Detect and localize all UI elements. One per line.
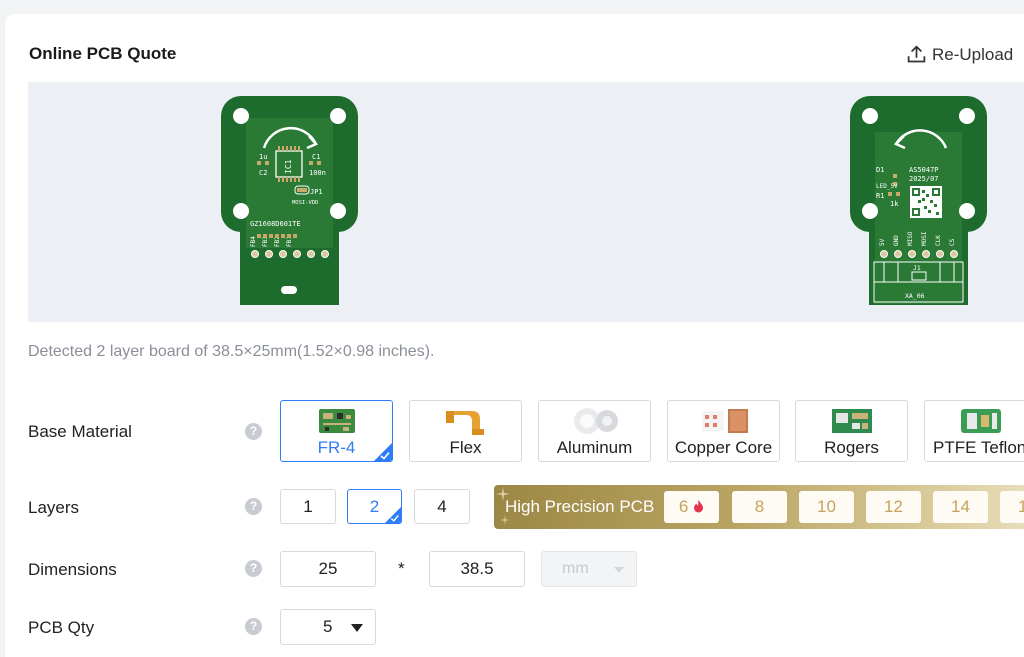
silk-led-5v: LED_5V — [876, 183, 898, 190]
unit-value: mm — [562, 560, 589, 577]
material-label-copper-core: Copper Core — [674, 438, 773, 457]
base-material-help-icon[interactable]: ? — [245, 423, 262, 440]
dimensions-help-icon[interactable]: ? — [245, 560, 262, 577]
high-precision-pcb-bar: High Precision PCB 6 8 10 12 14 16 — [494, 485, 1024, 529]
silk-100n: 100n — [309, 169, 326, 177]
silk-1k: 1k — [890, 200, 899, 208]
material-option-fr4[interactable]: FR-4 — [280, 400, 393, 462]
silk-ic1: IC1 — [284, 159, 293, 174]
layers-label: Layers — [28, 498, 80, 517]
layer-option-12[interactable]: 12 — [866, 491, 921, 523]
layer-option-6-label: 6 — [678, 497, 689, 516]
silk-j1: J1 — [913, 264, 921, 272]
material-option-ptfe-teflon[interactable]: PTFE Teflon — [924, 400, 1024, 462]
silk-5v: 5V — [879, 238, 886, 246]
pcb-qty-help-icon[interactable]: ? — [245, 618, 262, 635]
silk-as5047p: AS5047P — [909, 166, 939, 174]
material-label-ptfe-teflon: PTFE Teflon — [933, 438, 1024, 457]
silk-fb4: FB4 — [250, 236, 257, 247]
silk-c1: C1 — [312, 153, 320, 161]
page-title: Online PCB Quote — [29, 44, 177, 63]
dimension-length-input[interactable]: 38.5 — [429, 551, 525, 587]
layer-option-2[interactable]: 2 — [347, 489, 402, 524]
material-option-aluminum[interactable]: Aluminum — [538, 400, 651, 462]
layer-option-10[interactable]: 10 — [799, 491, 854, 523]
selected-check-icon — [385, 507, 401, 523]
pcb-front-view: 1u C2 IC1 C1 100n JP1 MOSI-VDD GZ1608D60… — [221, 96, 358, 305]
dimension-separator: * — [398, 559, 405, 578]
selected-check-icon — [374, 443, 392, 461]
silk-1u: 1u — [259, 153, 267, 161]
layers-help-icon[interactable]: ? — [245, 498, 262, 515]
pcb-qty-label: PCB Qty — [28, 618, 95, 637]
qr-code — [910, 186, 942, 218]
layer-option-8[interactable]: 8 — [732, 491, 787, 523]
dimension-unit-select: mm — [541, 551, 637, 587]
fr4-board-icon — [318, 409, 355, 433]
ptfe-teflon-pcb-icon — [960, 409, 1001, 433]
silk-d1: D1 — [876, 166, 884, 174]
material-label-rogers: Rogers — [824, 438, 879, 457]
silk-date: 2025/07 — [909, 175, 939, 183]
high-precision-title: High Precision PCB — [505, 497, 655, 516]
copper-core-pcb-icon — [701, 409, 748, 433]
silk-ferrite: GZ1608D601TE — [250, 220, 301, 228]
gerber-preview: 1u C2 IC1 C1 100n JP1 MOSI-VDD GZ1608D60… — [28, 82, 1024, 322]
layer-option-16[interactable]: 16 — [1000, 491, 1024, 523]
upload-icon — [907, 45, 926, 63]
silk-c2: C2 — [259, 169, 267, 177]
silk-miso: MISO — [907, 231, 914, 246]
layer-option-2-label: 2 — [369, 497, 380, 516]
detected-board-info: Detected 2 layer board of 38.5×25mm(1.52… — [28, 343, 435, 360]
chevron-down-icon — [351, 624, 363, 632]
reupload-button[interactable]: Re-Upload — [906, 44, 1013, 65]
silk-clk: CLK — [935, 235, 942, 246]
material-option-rogers[interactable]: Rogers — [795, 400, 908, 462]
silk-gnd: GND — [893, 235, 900, 246]
rogers-pcb-icon — [831, 409, 872, 433]
pcb-qty-select[interactable]: 5 — [280, 609, 376, 645]
material-option-flex[interactable]: Flex — [409, 400, 522, 462]
base-material-label: Base Material — [28, 422, 132, 441]
reupload-label: Re-Upload — [932, 44, 1014, 64]
pcb-back-view: D1 AS5047P 2025/07 LED_5V R1 1k 5V GND M… — [850, 96, 987, 305]
silk-cs: CS — [949, 238, 956, 246]
hot-flame-icon — [694, 500, 704, 513]
material-label-aluminum: Aluminum — [556, 438, 633, 457]
aluminum-pcb-icon — [573, 408, 618, 434]
silk-xa06: XA_06 — [905, 292, 925, 300]
layer-option-14[interactable]: 14 — [933, 491, 988, 523]
material-option-copper-core[interactable]: Copper Core — [667, 400, 780, 462]
layer-option-6[interactable]: 6 — [664, 491, 719, 523]
chevron-down-icon — [614, 567, 624, 573]
dimension-width-input[interactable]: 25 — [280, 551, 376, 587]
flex-pcb-icon — [445, 411, 484, 435]
silk-mosi-vdd: MOSI-VDD — [292, 200, 319, 206]
layer-option-1[interactable]: 1 — [280, 489, 336, 524]
silk-r1: R1 — [876, 192, 884, 200]
qty-value: 5 — [323, 617, 333, 636]
silk-mosi: MOSI — [921, 231, 928, 246]
dimensions-label: Dimensions — [28, 560, 117, 579]
silk-jp1: JP1 — [310, 188, 323, 196]
layer-option-4[interactable]: 4 — [414, 489, 470, 524]
material-label-flex: Flex — [449, 438, 482, 457]
